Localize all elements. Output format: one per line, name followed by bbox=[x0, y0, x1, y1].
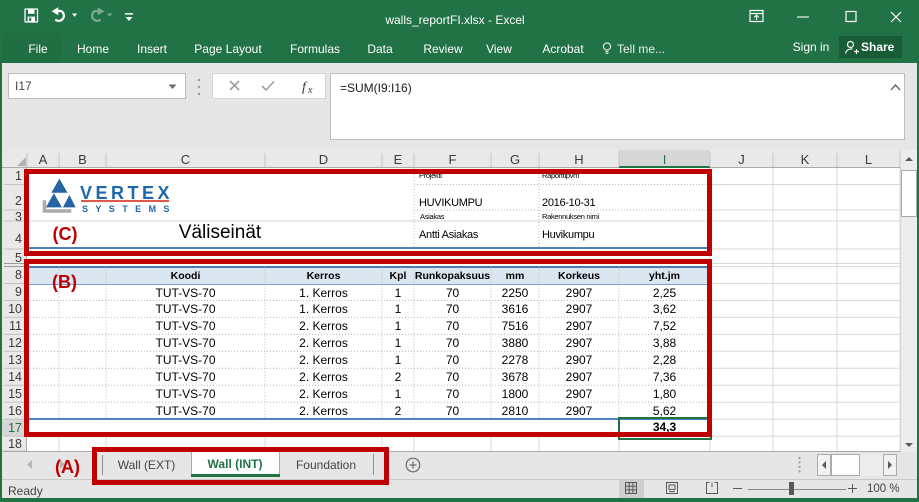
svg-text:x: x bbox=[307, 85, 313, 96]
